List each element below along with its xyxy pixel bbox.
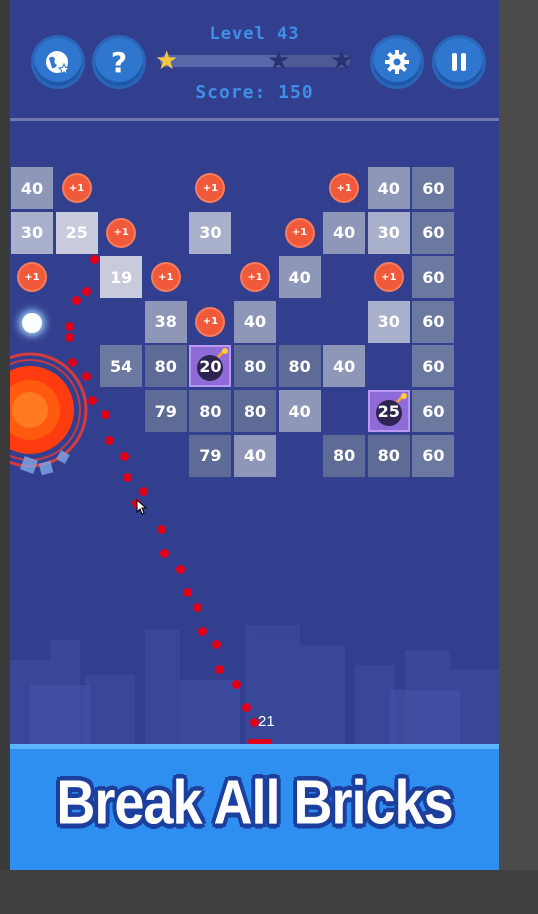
game-board[interactable]: ? Level 43 ★ ★ ★ Score: 150 21 Break All… xyxy=(10,0,499,870)
left-gutter xyxy=(0,0,10,914)
mouse-cursor-icon xyxy=(136,499,148,515)
brick: 60 xyxy=(412,256,455,299)
brick: 38 xyxy=(144,300,187,343)
question-mark-icon: ? xyxy=(110,45,128,79)
aim-dot xyxy=(105,436,114,445)
pause-icon xyxy=(452,53,466,71)
extra-ball-pickup: +1 xyxy=(242,264,268,291)
brick: 79 xyxy=(189,434,232,477)
bomb-brick: 20 xyxy=(189,345,232,388)
brick: 30 xyxy=(11,211,53,254)
promo-banner-title: Break All Bricks xyxy=(56,768,453,838)
brick: 60 xyxy=(412,345,455,388)
extra-ball-pickup: +1 xyxy=(197,175,224,201)
brick: 40 xyxy=(278,256,321,299)
brick: 60 xyxy=(412,434,455,477)
extra-ball-pickup: +1 xyxy=(152,264,179,291)
extra-ball-pickup: +1 xyxy=(286,219,313,246)
level-progress-bar xyxy=(160,55,350,67)
brick: 30 xyxy=(367,300,410,343)
brick: 40 xyxy=(234,300,276,343)
aim-dot xyxy=(68,358,77,367)
brick: 60 xyxy=(412,390,455,432)
brick: 80 xyxy=(323,434,366,477)
globe-star-button[interactable] xyxy=(34,38,82,86)
aim-dot xyxy=(193,603,202,612)
star-1-icon: ★ xyxy=(155,46,179,76)
settings-button[interactable] xyxy=(373,38,421,86)
brick: 19 xyxy=(100,256,143,299)
extra-ball-pickup: +1 xyxy=(331,175,358,201)
globe-star-icon xyxy=(46,51,71,76)
star-2-icon: ★ xyxy=(267,46,291,76)
extra-ball-pickup: +1 xyxy=(19,264,45,291)
brick: 40 xyxy=(323,345,366,388)
extra-ball-pickup: +1 xyxy=(108,219,135,246)
aim-dot xyxy=(123,473,132,482)
brick: 80 xyxy=(234,390,276,432)
bottom-gutter xyxy=(0,870,538,914)
aim-dot xyxy=(65,333,74,342)
bomb-brick-value: 25 xyxy=(377,401,400,421)
extra-ball-pickup: +1 xyxy=(375,264,402,291)
bomb-brick-value: 20 xyxy=(199,356,222,376)
aim-dot xyxy=(120,452,129,461)
aim-dot xyxy=(242,703,251,712)
brick: 60 xyxy=(412,300,455,343)
brick: 60 xyxy=(412,211,455,254)
extra-ball-pickup: +1 xyxy=(63,175,90,201)
aim-dot xyxy=(176,565,185,574)
aim-dot xyxy=(82,372,91,381)
brick: 80 xyxy=(367,434,410,477)
aim-dot xyxy=(232,680,241,689)
aim-dot xyxy=(101,410,110,419)
aim-dot xyxy=(183,588,192,597)
gear-icon xyxy=(385,50,409,74)
star-3-icon: ★ xyxy=(330,46,354,76)
aim-dot xyxy=(65,322,74,331)
aim-dot xyxy=(212,640,221,649)
brick: 40 xyxy=(278,390,321,432)
ball-count-label: 21 xyxy=(258,713,275,730)
aim-dot xyxy=(157,525,166,534)
brick: 40 xyxy=(323,211,366,254)
aim-dot xyxy=(90,255,99,264)
level-progress-fill xyxy=(160,55,284,67)
brick: 40 xyxy=(234,434,276,477)
aim-dot xyxy=(88,396,97,405)
pause-button[interactable] xyxy=(435,38,483,86)
brick: 25 xyxy=(55,211,98,254)
aim-dot xyxy=(215,665,224,674)
brick: 80 xyxy=(189,390,232,432)
brick: 80 xyxy=(234,345,276,388)
score-label: Score: 150 xyxy=(195,82,314,103)
brick: 80 xyxy=(278,345,321,388)
ball-icon xyxy=(22,313,42,333)
brick: 40 xyxy=(367,167,410,209)
right-gutter xyxy=(499,0,538,914)
explosion-effect xyxy=(10,352,88,476)
top-divider xyxy=(10,118,499,121)
aim-dot xyxy=(198,627,207,636)
brick: 54 xyxy=(100,345,143,388)
brick: 79 xyxy=(144,390,187,432)
bomb-brick: 25 xyxy=(367,390,410,432)
extra-ball-pickup: +1 xyxy=(197,308,224,335)
brick: 40 xyxy=(11,167,53,209)
brick: 30 xyxy=(189,211,232,254)
brick: 80 xyxy=(144,345,187,388)
aim-dot xyxy=(139,487,148,496)
aim-dot xyxy=(82,287,91,296)
brick: 30 xyxy=(367,211,410,254)
aim-dot xyxy=(160,549,169,558)
brick: 60 xyxy=(412,167,455,209)
help-button[interactable]: ? xyxy=(95,38,143,86)
aim-dot xyxy=(72,296,81,305)
level-label: Level 43 xyxy=(209,24,300,44)
